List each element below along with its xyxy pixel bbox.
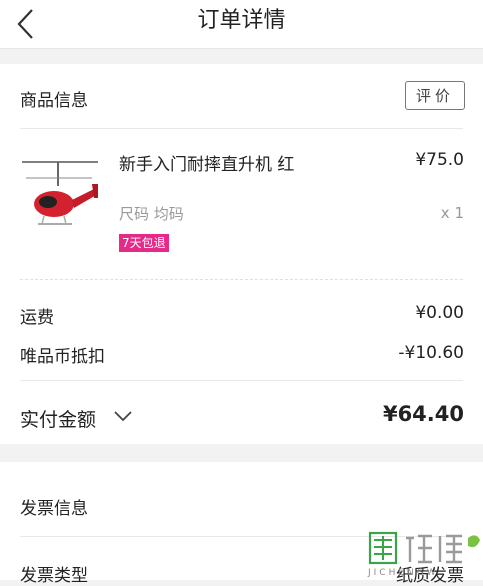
return-policy-badge: 7天包退 [119, 234, 169, 252]
chevron-down-icon[interactable] [113, 407, 133, 425]
product-thumbnail[interactable] [18, 148, 100, 242]
shipping-value: ¥0.00 [415, 303, 464, 323]
divider [20, 128, 463, 129]
dashed-divider [20, 279, 463, 280]
product-spec: 尺码 均码 [119, 205, 184, 223]
product-price: ¥75.0 [415, 150, 464, 170]
shipping-label: 运费 [20, 308, 54, 328]
coin-deduction-value: -¥10.60 [398, 343, 464, 363]
product-card [0, 64, 483, 444]
total-value: ¥64.40 [382, 402, 464, 426]
page-title: 订单详情 [197, 8, 286, 33]
watermark-text: JICHENGW [368, 568, 439, 578]
invoice-section-title: 发票信息 [20, 499, 88, 519]
total-label[interactable]: 实付金额 [20, 405, 96, 432]
rate-button[interactable]: 评价 [405, 81, 465, 110]
invoice-type-label: 发票类型 [20, 566, 88, 586]
coin-deduction-label: 唯品币抵扣 [20, 347, 105, 367]
product-section-title: 商品信息 [20, 91, 88, 111]
product-name[interactable]: 新手入门耐摔直升机 红 [119, 150, 294, 175]
app-header: 订单详情 [0, 0, 483, 49]
product-quantity: x 1 [440, 204, 464, 222]
divider [20, 380, 463, 381]
